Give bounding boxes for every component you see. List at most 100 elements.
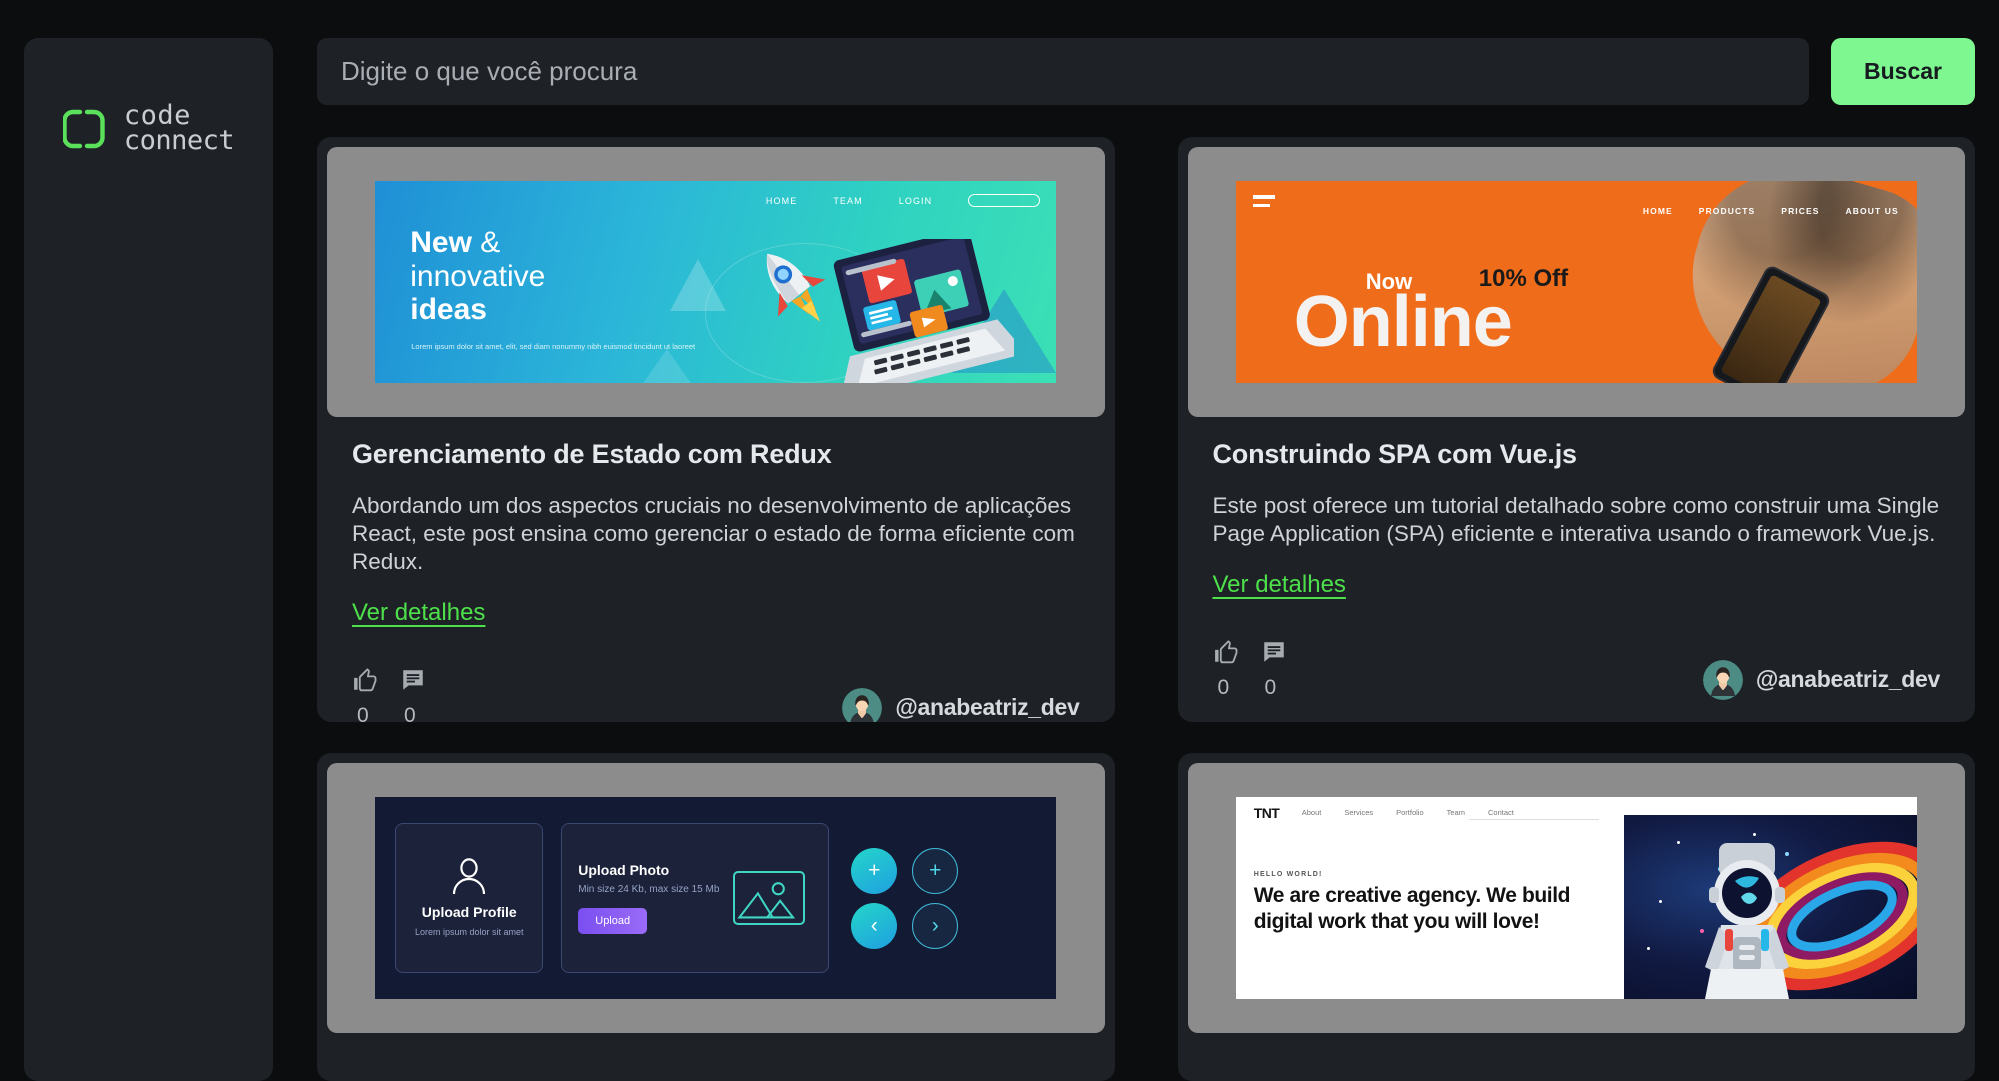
logo-text-line-2: connect: [123, 124, 235, 156]
add-button-filled: +: [851, 847, 898, 894]
upload-button: Upload: [578, 908, 648, 935]
image-placeholder-icon: [733, 871, 806, 925]
like-count: 0: [357, 703, 369, 722]
cover-headline-regular: innovative: [410, 259, 546, 293]
cover-divider: [1468, 819, 1599, 820]
cover-nav-item: PRODUCTS: [1698, 206, 1756, 216]
avatar: [842, 687, 883, 722]
comment-stat[interactable]: 0: [399, 667, 427, 722]
cover-nav-item: LOGIN: [898, 195, 933, 206]
like-stat[interactable]: 0: [352, 667, 380, 722]
cover-headline: New & innovative ideas: [410, 226, 545, 327]
cover-headline-bold: New: [410, 226, 472, 259]
cover-headline-amp: &: [480, 226, 501, 259]
upload-profile-panel: Upload Profile Lorem ipsum dolor sit ame…: [395, 823, 544, 973]
post-description: Este post oferece um tutorial detalhado …: [1212, 493, 1940, 546]
cover-nav-item: Portfolio: [1396, 808, 1424, 817]
post-body: [327, 1033, 1105, 1081]
search-bar: Buscar: [317, 38, 1975, 105]
post-card[interactable]: HOME TEAM LOGIN New & innovative ideas L…: [317, 137, 1115, 722]
cover-nav-item: PRICES: [1781, 206, 1820, 216]
post-cover: Upload Profile Lorem ipsum dolor sit ame…: [327, 763, 1105, 1033]
post-footer: 0 0 @anabeatriz_dev: [352, 667, 1080, 722]
like-stat[interactable]: 0: [1213, 639, 1241, 700]
post-title: Construindo SPA com Vue.js: [1212, 439, 1578, 469]
post-details-link[interactable]: Ver detalhes: [352, 599, 485, 627]
post-body: Gerenciamento de Estado com Redux Aborda…: [327, 417, 1105, 722]
search-submit-button[interactable]: Buscar: [1831, 38, 1975, 105]
decor-triangle: [625, 349, 710, 383]
author-handle: @anabeatriz_dev: [1755, 666, 1940, 693]
main-content: Buscar HOME TEAM LOGIN: [317, 38, 1975, 1081]
upload-profile-subtitle: Lorem ipsum dolor sit amet: [414, 927, 524, 938]
upload-photo-panel: Upload Photo Min size 24 Kb, max size 15…: [561, 823, 830, 973]
cover-nav-item: About: [1301, 808, 1322, 817]
prev-button-filled: ‹: [851, 902, 898, 949]
astronaut-icon: [1704, 843, 1789, 999]
like-count: 0: [1217, 675, 1230, 699]
cover-kicker: HELLO WORLD!: [1253, 871, 1323, 878]
sidebar: code connect: [24, 38, 273, 1081]
post-card[interactable]: TNT About Services Portfolio Team Contac…: [1177, 753, 1975, 1081]
post-title: Gerenciamento de Estado com Redux: [352, 439, 832, 469]
search-input-container[interactable]: [317, 38, 1809, 105]
tnt-logo: TNT: [1253, 805, 1280, 821]
post-cover: HOME TEAM LOGIN New & innovative ideas L…: [327, 147, 1105, 417]
post-body: Construindo SPA com Vue.js Este post ofe…: [1188, 417, 1966, 722]
post-author[interactable]: @anabeatriz_dev: [842, 687, 1080, 722]
cover-nav: HOME PRODUCTS PRICES ABOUT US: [1643, 206, 1899, 216]
hamburger-menu-icon: [1252, 195, 1275, 212]
decor-triangle: [670, 259, 727, 311]
cover-nav: About Services Portfolio Team Contact: [1302, 808, 1514, 817]
upload-profile-title: Upload Profile: [421, 904, 517, 921]
person-icon: [453, 858, 486, 895]
app-root: code connect Buscar: [0, 0, 1999, 1081]
cover-nav-item: Team: [1446, 808, 1465, 817]
cover-art-new-innovative-ideas: HOME TEAM LOGIN New & innovative ideas L…: [375, 181, 1057, 383]
cover-nav-item: TEAM: [833, 195, 863, 206]
cover-headline: We are creative agency. We build digital…: [1253, 884, 1571, 934]
post-grid: HOME TEAM LOGIN New & innovative ideas L…: [317, 137, 1975, 1081]
post-card[interactable]: Upload Profile Lorem ipsum dolor sit ame…: [317, 753, 1115, 1081]
post-description: Abordando um dos aspectos cruciais no de…: [352, 493, 1075, 574]
next-button-outline: ›: [912, 902, 959, 949]
post-body: [1188, 1033, 1966, 1081]
comment-icon[interactable]: [399, 667, 427, 693]
comment-count: 0: [1264, 675, 1277, 699]
thumbs-up-icon[interactable]: [1213, 639, 1241, 665]
post-stats: 0 0: [1213, 639, 1288, 700]
circle-button-group: + + ‹ ›: [851, 847, 959, 949]
cover-lorem: Lorem ipsum dolor sit amet, elit, sed di…: [411, 342, 696, 351]
post-footer: 0 0 @anabeatriz_dev: [1213, 639, 1940, 700]
cover-headline: Online: [1293, 282, 1513, 362]
cover-headline-bold2: ideas: [410, 293, 487, 327]
comment-icon[interactable]: [1260, 639, 1288, 665]
upload-photo-subtitle: Min size 24 Kb, max size 15 Mb: [578, 883, 720, 895]
post-cover: HOME PRODUCTS PRICES ABOUT US Now 10% Of…: [1187, 147, 1965, 417]
laptop-icon: [834, 239, 1015, 383]
cover-art-now-online-promo: HOME PRODUCTS PRICES ABOUT US Now 10% Of…: [1235, 181, 1917, 383]
upload-photo-title: Upload Photo: [578, 861, 670, 878]
cover-nav-button: [968, 194, 1041, 207]
author-handle: @anabeatriz_dev: [895, 694, 1080, 721]
search-input[interactable]: [341, 56, 1785, 87]
cover-nav-item: HOME: [1642, 206, 1673, 216]
cover-space-illustration: [1623, 815, 1917, 999]
cover-art-upload-ui-kit: Upload Profile Lorem ipsum dolor sit ame…: [375, 797, 1057, 999]
post-details-link[interactable]: Ver detalhes: [1213, 571, 1346, 599]
post-author[interactable]: @anabeatriz_dev: [1702, 659, 1940, 700]
cover-nav: HOME TEAM LOGIN: [766, 194, 1041, 207]
comment-count: 0: [404, 703, 416, 722]
thumbs-up-icon[interactable]: [352, 667, 380, 693]
post-stats: 0 0: [352, 667, 427, 722]
post-cover: TNT About Services Portfolio Team Contac…: [1187, 763, 1965, 1033]
brand-logo[interactable]: code connect: [62, 102, 235, 156]
comment-stat[interactable]: 0: [1260, 639, 1288, 700]
cover-art-tnt-creative-agency: TNT About Services Portfolio Team Contac…: [1235, 797, 1917, 999]
cover-nav-item: ABOUT US: [1845, 206, 1899, 216]
post-card[interactable]: HOME PRODUCTS PRICES ABOUT US Now 10% Of…: [1177, 137, 1975, 722]
cover-nav-item: Services: [1344, 808, 1374, 817]
avatar: [1702, 659, 1743, 700]
cover-left-pane: TNT About Services Portfolio Team Contac…: [1236, 797, 1624, 999]
cover-nav-item: Contact: [1487, 808, 1514, 817]
